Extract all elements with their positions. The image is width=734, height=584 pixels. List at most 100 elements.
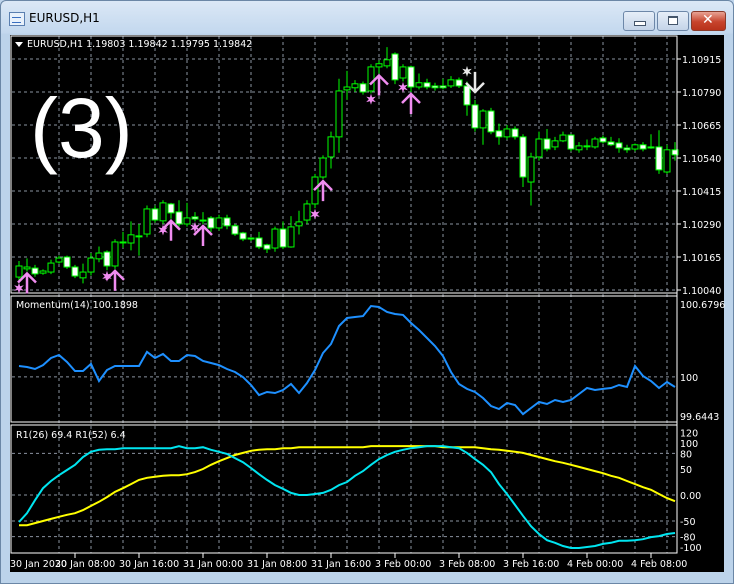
candle-body [471,104,479,129]
candle-body [239,232,247,240]
chart-area[interactable]: 1.10915 1.10790 1.10665 1.10540 1.10415 1.102… [0,0,734,584]
candle-body [335,90,343,138]
candle-body [111,241,119,267]
candle-body [359,83,367,93]
candle-body [551,140,559,148]
price-tick-label: 1.10790 [682,88,721,99]
candle-body [543,138,551,150]
candle-body [527,156,535,183]
price-tick-label: 1.10165 [682,253,721,264]
time-tick-label: 30 Jan 16:00 [119,559,179,570]
candle-body [639,144,647,150]
candle-body [399,66,407,79]
r1-tick-label: 0.00 [680,491,701,502]
candle-body [207,217,215,229]
candle-body [439,85,447,89]
candle-body [583,145,591,148]
r1-tick-label: 120 [680,429,698,440]
candle-body [287,226,295,248]
time-tick-label: 31 Jan 16:00 [311,559,371,570]
candle-body [47,262,55,273]
candle-body [431,85,439,89]
candle-body [119,241,127,244]
candle-body [127,234,135,244]
candle-body [15,265,23,278]
candle-body [351,83,359,89]
candle-body [167,203,175,214]
price-panel-title: EURUSD,H1 1.19803 1.19842 1.19795 1.1984… [27,39,252,50]
candle-body [623,147,631,151]
candle-body [615,142,623,149]
candle-body [567,134,575,150]
candle-body [479,110,487,129]
candle-body [55,257,63,263]
r1-tick-label: -80 [680,533,696,544]
candle-body [487,110,495,133]
candle-body [223,217,231,227]
candle-body [319,157,327,178]
time-tick-label: 4 Feb 00:00 [567,559,623,570]
candle-body [463,85,471,106]
candle-body [591,138,599,148]
candle-body [343,86,351,91]
candle-body [247,237,255,240]
candle-body [255,237,263,248]
candle-body [607,141,615,146]
r1-panel-title: R1(26) 69.4 R1(52) 6.4 [16,430,126,441]
time-tick-label: 31 Jan 00:00 [183,559,243,570]
candle-body [135,235,143,238]
candle-body [631,144,639,150]
candle-body [199,219,207,222]
candle-body [183,217,191,225]
candle-body [327,136,335,158]
candle-body [71,266,79,277]
price-tick-label: 1.10415 [682,187,721,198]
r1-tick-label: -50 [680,517,696,528]
candle-body [295,221,303,227]
candle-body [455,79,463,87]
time-tick-label: 3 Feb 16:00 [503,559,559,570]
candle-body [391,53,399,81]
candle-body [63,256,71,268]
candle-body [151,208,159,221]
candle-body [535,138,543,158]
candle-body [503,128,511,138]
candle-body [599,137,607,143]
candle-body [95,252,103,260]
price-tick-label: 1.10665 [682,121,721,132]
candle-body [143,208,151,235]
candle-body [231,225,239,235]
r1-tick-label: -100 [680,543,702,554]
candle-body [495,130,503,138]
time-tick-label: 31 Jan 08:00 [247,559,307,570]
price-tick-label: 1.10915 [682,55,721,66]
candle-body [215,217,223,229]
candle-body [79,271,87,279]
candle-body [423,82,431,88]
candle-body [559,134,567,142]
candle-body [447,79,455,87]
candle-body [103,251,111,267]
price-tick-label: 1.10040 [682,286,721,297]
r1-tick-label: 50 [680,465,692,476]
candle-body [23,266,31,270]
candle-body [159,202,167,222]
candle-body [511,128,519,138]
candle-body [279,228,287,248]
candle-body [39,270,47,274]
momentum-tick-label: 99.6443 [680,412,719,423]
candle-body [31,267,39,275]
candle-body [663,149,671,173]
candle-body [191,216,199,220]
momentum-tick-label: 100 [680,373,698,384]
candle-body [647,146,655,149]
candle-body [271,228,279,249]
candle-body [367,66,375,92]
r1-tick-label: 100 [680,439,698,450]
time-tick-label: 4 Feb 08:00 [631,559,687,570]
price-tick-label: 1.10540 [682,154,721,165]
candle-body [415,82,423,88]
candle-body [655,146,663,171]
candle-body [407,66,415,88]
candle-body [383,59,391,67]
